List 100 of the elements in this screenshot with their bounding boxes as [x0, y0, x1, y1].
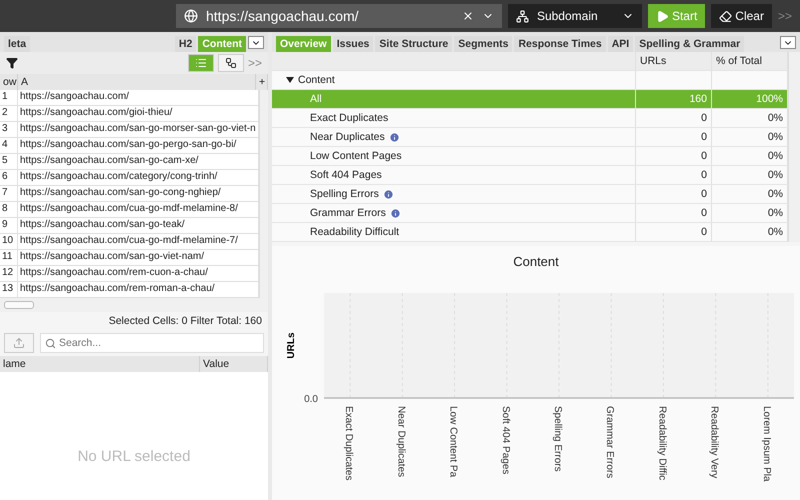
url-cell: https://sangoachau.com/cua-go-mdf-melamine-7/ [18, 234, 259, 250]
row-number: 1 [0, 90, 18, 106]
url-cell: https://sangoachau.com/san-go-pergo-san-go-bi/ [18, 138, 259, 154]
x-tick-label: Near Duplicates [394, 406, 406, 478]
y-axis-label: URLs [286, 332, 296, 359]
table-row[interactable]: Spelling Errors 0 0% [272, 185, 788, 204]
x-tick-label: Grammar Errors [604, 406, 615, 478]
empty-message: No URL selected [78, 448, 190, 464]
percent-value: 0% [768, 226, 783, 238]
x-tick-label: Low Content Pa [447, 406, 458, 478]
tree-view-button[interactable] [218, 54, 244, 72]
percent-value: 0% [768, 169, 783, 181]
url-count: 0 [701, 150, 707, 162]
url-cell: https://sangoachau.com/san-go-morser-san-go-viet-n [18, 122, 259, 138]
y-tick-label: 0.0 [304, 394, 318, 405]
filter-icon[interactable] [6, 57, 18, 69]
table-row[interactable]: Exact Duplicates 0 0% [272, 109, 788, 128]
x-tick-label: Readability Diffic [656, 406, 667, 480]
percent-value: 100% [756, 93, 783, 105]
filter-label: Grammar Errors [310, 207, 386, 219]
url-cell: https://sangoachau.com/san-go-cam-xe/ [18, 154, 259, 170]
info-icon[interactable] [390, 208, 401, 218]
row-number: 11 [0, 250, 18, 266]
url-count: 160 [689, 93, 707, 105]
chart-title: Content [513, 253, 559, 271]
url-cell: https://sangoachau.com/san-go-teak/ [18, 218, 259, 234]
tab[interactable]: API [608, 36, 634, 52]
row-number: 2 [0, 106, 18, 122]
play-icon [656, 10, 669, 22]
url-count: 0 [701, 112, 707, 124]
row-number: 3 [0, 122, 18, 138]
tab[interactable]: Spelling & Grammar [635, 36, 744, 52]
row-number: 10 [0, 234, 18, 250]
tab-dropdown[interactable] [780, 36, 796, 49]
percent-value: 0% [768, 150, 783, 162]
clear-button[interactable]: Clear [711, 4, 772, 28]
upload-icon [13, 337, 25, 349]
url-cell: https://sangoachau.com/ [18, 90, 259, 106]
percent-value: 0% [768, 112, 783, 124]
filter-label: Near Duplicates [310, 131, 385, 143]
status-text: Selected Cells: 0 Filter Total: 160 [108, 314, 263, 329]
table-row[interactable]: Soft 404 Pages 0 0% [272, 166, 788, 185]
filter-label: Spelling Errors [310, 188, 379, 200]
url-cell: https://sangoachau.com/gioi-thieu/ [18, 106, 259, 122]
close-icon[interactable] [462, 10, 474, 22]
globe-icon [184, 9, 198, 23]
table-row[interactable]: Low Content Pages 0 0% [272, 147, 788, 166]
scrollbar-thumb[interactable] [4, 301, 34, 309]
horizontal-scrollbar[interactable] [0, 298, 268, 312]
row-number: 12 [0, 266, 18, 282]
search-field[interactable]: Search... [40, 333, 264, 353]
eraser-icon [719, 10, 732, 22]
row-number: 7 [0, 186, 18, 202]
x-tick-label: Spelling Errors [552, 406, 562, 472]
url-cell: https://sangoachau.com/san-go-viet-nam/ [18, 250, 259, 266]
network-icon [516, 10, 529, 22]
filter-label: All [310, 93, 322, 105]
url-count: 0 [701, 131, 707, 143]
info-icon[interactable] [388, 132, 400, 142]
table-row[interactable]: Grammar Errors 0 0% [272, 204, 788, 223]
triangle-icon[interactable] [286, 76, 294, 84]
tab-dropdown[interactable] [248, 36, 264, 49]
row-number: 8 [0, 202, 18, 218]
table-row[interactable]: Readability Difficult 0 0% [272, 223, 788, 242]
table-row[interactable]: Near Duplicates 0 0% [272, 128, 788, 147]
filter-label: Readability Difficult [310, 226, 400, 238]
tab[interactable]: H2 [174, 36, 196, 52]
tab[interactable]: Site Structure [375, 36, 452, 52]
percent-value: 0% [768, 131, 783, 143]
url-count: 0 [701, 226, 707, 238]
vertical-scrollbar[interactable] [788, 52, 800, 242]
row-number: 5 [0, 154, 18, 170]
x-tick-label: Exact Duplicates [342, 406, 354, 480]
percent-value: 0% [768, 207, 783, 219]
group-label: Content [298, 74, 335, 86]
tab[interactable]: Response Times [514, 36, 606, 52]
url-count: 0 [701, 207, 707, 219]
url-cell: https://sangoachau.com/cua-go-mdf-melamine-8/ [18, 202, 259, 218]
url-count: 0 [701, 188, 707, 200]
url-cell: https://sangoachau.com/rem-cuon-a-chau/ [18, 266, 259, 282]
x-tick-label: Readability Very [708, 406, 720, 478]
search-icon [45, 338, 56, 349]
url-cell: https://sangoachau.com/san-go-cong-nghiep/ [18, 186, 259, 202]
tab[interactable]: Segments [454, 36, 512, 52]
tab[interactable]: leta [4, 36, 30, 52]
filter-label: Low Content Pages [310, 150, 402, 162]
tab[interactable]: Issues [332, 36, 374, 52]
url-field[interactable]: https://sangoachau.com/ [176, 4, 502, 28]
url-cell: https://sangoachau.com/category/cong-trinh/ [18, 170, 259, 186]
row-number: 9 [0, 218, 18, 234]
info-icon[interactable] [382, 188, 394, 200]
mode-dropdown[interactable]: Subdomain [508, 4, 642, 28]
tree-icon [224, 57, 237, 69]
row-number: 6 [0, 170, 18, 186]
filter-label: Soft 404 Pages [310, 169, 382, 181]
column-header[interactable]: % of Total [716, 55, 762, 67]
filter-label: Exact Duplicates [310, 112, 388, 124]
column-header[interactable]: URLs [640, 55, 666, 67]
row-number: 4 [0, 138, 18, 154]
x-tick-label: Soft 404 Pages [499, 406, 510, 474]
